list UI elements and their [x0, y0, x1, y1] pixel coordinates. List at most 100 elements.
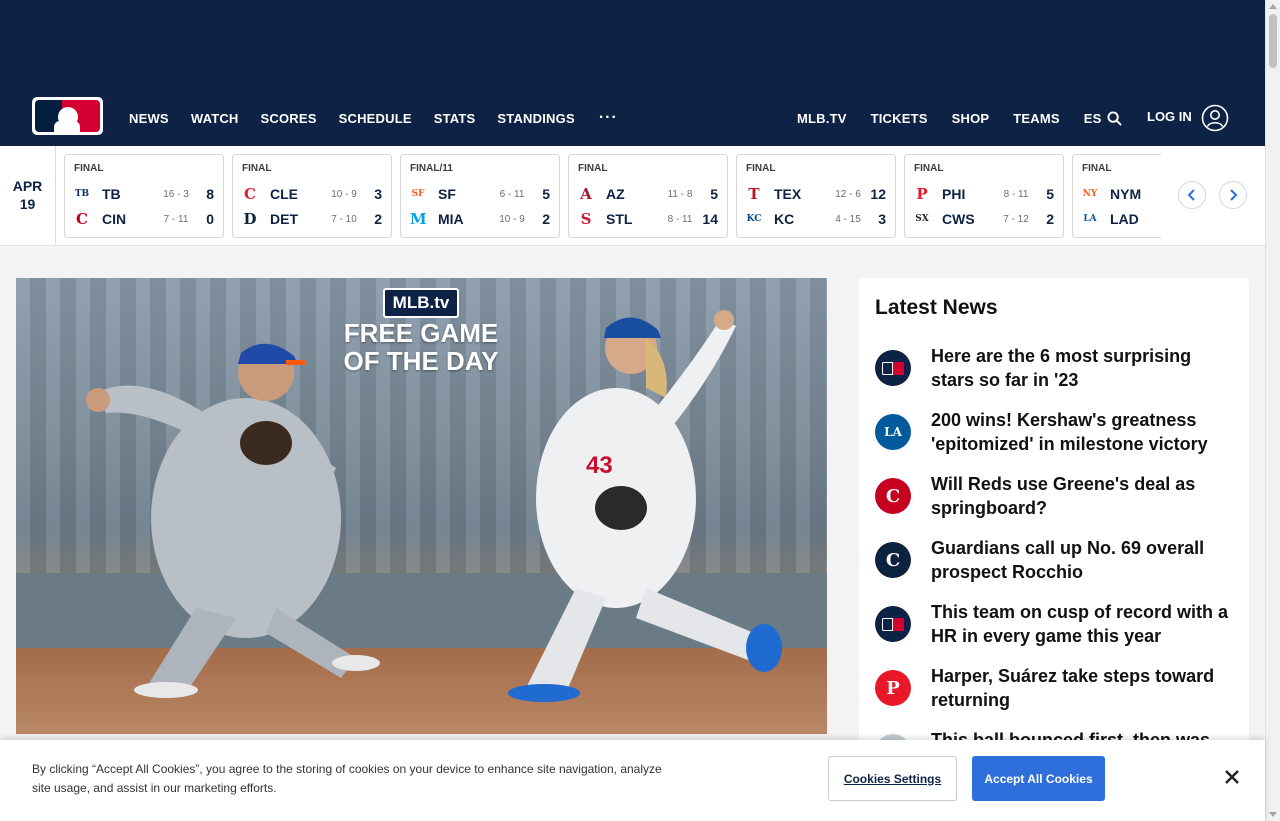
news-headline[interactable]: Will Reds use Greene's deal as springboa…	[931, 472, 1231, 520]
news-item[interactable]: C Guardians call up No. 69 overall prospe…	[875, 536, 1235, 596]
latest-news-panel: Latest News Here are the 6 most surprisi…	[859, 278, 1249, 748]
nav-tickets[interactable]: TICKETS	[871, 111, 928, 126]
nav-more-icon[interactable]: ···	[599, 109, 618, 127]
game-status: FINAL	[914, 163, 944, 174]
team-record: 16 - 3	[163, 189, 189, 200]
team-logo-icon: SX	[915, 214, 929, 224]
pitcher-image-right: 43	[508, 310, 782, 702]
team-runs: 2	[374, 211, 382, 227]
cookies-settings-button[interactable]: Cookies Settings	[828, 756, 957, 801]
nav-watch[interactable]: WATCH	[191, 111, 239, 126]
news-item[interactable]: Here are the 6 most surprising stars so …	[875, 344, 1235, 404]
team-record: 12 - 6	[835, 189, 861, 200]
team-runs: 2	[1046, 211, 1054, 227]
team-row-away: SF SF 6 - 11 5	[410, 184, 550, 204]
team-row-away: NY NYM	[1082, 184, 1161, 204]
scoreboard-date[interactable]: APR 19	[0, 146, 56, 245]
team-abbr: LAD	[1110, 211, 1139, 227]
game-status: FINAL/11	[410, 163, 453, 174]
team-abbr: SF	[438, 186, 456, 202]
game-card[interactable]: FINAL NY NYM LA LAD	[1072, 154, 1161, 238]
nav-standings[interactable]: STANDINGS	[497, 111, 574, 126]
mlb-logo[interactable]	[32, 97, 103, 135]
date-month: APR	[12, 178, 43, 194]
team-logo-icon: D	[243, 210, 257, 228]
game-status: FINAL	[578, 163, 608, 174]
user-account-icon[interactable]	[1201, 104, 1229, 132]
team-row-home: S STL 8 - 11 14	[578, 209, 718, 229]
chevron-left-icon	[1187, 189, 1195, 201]
team-runs: 5	[542, 186, 550, 202]
search-icon[interactable]	[1107, 111, 1122, 126]
news-item[interactable]: C Will Reds use Greene's deal as springbo…	[875, 472, 1235, 532]
team-logo-icon: C	[244, 185, 256, 203]
nav-espanol[interactable]: ES	[1084, 111, 1102, 126]
promo-line-2: OF THE DAY	[343, 346, 499, 376]
page-scrollbar[interactable]	[1265, 0, 1280, 821]
game-card[interactable]: FINAL/11 SF SF 6 - 11 5 M MIA 10 - 9 2	[400, 154, 560, 238]
team-logo-icon: SF	[411, 189, 425, 199]
team-row-home: KC KC 4 - 15 3	[746, 209, 886, 229]
team-record: 8 - 11	[1003, 189, 1029, 200]
game-card[interactable]: FINAL C CLE 10 - 9 3 D DET 7 - 10 2	[232, 154, 392, 238]
news-item[interactable]: This team on cusp of record with a HR in…	[875, 600, 1235, 660]
main-navigation: NEWS WATCH SCORES SCHEDULE STATS STANDIN…	[0, 90, 1265, 146]
team-abbr: AZ	[606, 186, 625, 202]
team-row-home: M MIA 10 - 9 2	[410, 209, 550, 229]
cookie-banner: By clicking “Accept All Cookies”, you ag…	[0, 740, 1265, 821]
nav-shop[interactable]: SHOP	[952, 111, 990, 126]
team-row-away: T TEX 12 - 6 12	[746, 184, 886, 204]
nav-scores[interactable]: SCORES	[261, 111, 317, 126]
svg-text:43: 43	[586, 452, 613, 479]
team-abbr: PHI	[942, 186, 966, 202]
game-card[interactable]: FINAL A AZ 11 - 8 5 S STL 8 - 11 14	[568, 154, 728, 238]
close-icon[interactable]	[1223, 768, 1241, 786]
scroll-down-icon[interactable]	[1269, 812, 1277, 817]
news-item[interactable]: P Harper, Suárez take steps toward return…	[875, 664, 1235, 724]
game-card[interactable]: FINAL TB TB 16 - 3 8 C CIN 7 - 11 0	[64, 154, 224, 238]
scroll-up-icon[interactable]	[1269, 4, 1277, 9]
team-row-away: C CLE 10 - 9 3	[242, 184, 382, 204]
news-headline[interactable]: Guardians call up No. 69 overall prospec…	[931, 536, 1231, 584]
guardians-logo-icon: C	[875, 542, 911, 578]
nav-teams[interactable]: TEAMS	[1013, 111, 1060, 126]
mlb-logo-icon	[875, 606, 911, 642]
game-status: FINAL	[1082, 163, 1112, 174]
team-abbr: NYM	[1110, 186, 1142, 202]
nav-news[interactable]: NEWS	[129, 111, 169, 126]
team-logo-glyph: C	[885, 485, 901, 507]
news-headline[interactable]: 200 wins! Kershaw's greatness 'epitomize…	[931, 408, 1231, 456]
team-record: 7 - 12	[1003, 214, 1029, 225]
nav-stats[interactable]: STATS	[434, 111, 476, 126]
scroll-thumb[interactable]	[1269, 14, 1277, 68]
hero-media[interactable]: 43 MLB.tv FREE GAME OF THE DAY	[16, 278, 827, 734]
team-abbr: STL	[606, 211, 633, 227]
team-abbr: TB	[102, 186, 121, 202]
scores-next-button[interactable]	[1219, 181, 1247, 209]
scores-prev-button[interactable]	[1178, 181, 1206, 209]
team-logo-glyph: P	[886, 677, 900, 699]
team-runs: 12	[870, 186, 886, 202]
team-row-away: A AZ 11 - 8 5	[578, 184, 718, 204]
accept-all-cookies-button[interactable]: Accept All Cookies	[972, 756, 1105, 801]
game-card[interactable]: FINAL T TEX 12 - 6 12 KC KC 4 - 15 3	[736, 154, 896, 238]
team-logo-icon: T	[748, 185, 760, 203]
phillies-logo-icon: P	[875, 670, 911, 706]
team-logo-icon: KC	[746, 214, 762, 224]
nav-mlbtv[interactable]: MLB.TV	[797, 111, 847, 126]
team-abbr: KC	[774, 211, 795, 227]
team-logo-icon: M	[410, 210, 427, 228]
team-logo-icon: C	[76, 210, 88, 228]
news-headline[interactable]: Harper, Suárez take steps toward returni…	[931, 664, 1231, 712]
news-headline[interactable]: This team on cusp of record with a HR in…	[931, 600, 1231, 648]
login-link[interactable]: LOG IN	[1147, 109, 1192, 124]
team-runs: 5	[1046, 186, 1054, 202]
team-row-home: D DET 7 - 10 2	[242, 209, 382, 229]
team-row-home: C CIN 7 - 11 0	[74, 209, 214, 229]
nav-schedule[interactable]: SCHEDULE	[339, 111, 412, 126]
team-row-away: TB TB 16 - 3 8	[74, 184, 214, 204]
game-card[interactable]: FINAL P PHI 8 - 11 5 SX CWS 7 - 12 2	[904, 154, 1064, 238]
game-list: FINAL TB TB 16 - 3 8 C CIN 7 - 11 0 FINAL C CLE 10 -…	[64, 154, 1161, 238]
news-headline[interactable]: Here are the 6 most surprising stars so …	[931, 344, 1231, 392]
news-item[interactable]: LA 200 wins! Kershaw's greatness 'epitomi…	[875, 408, 1235, 468]
